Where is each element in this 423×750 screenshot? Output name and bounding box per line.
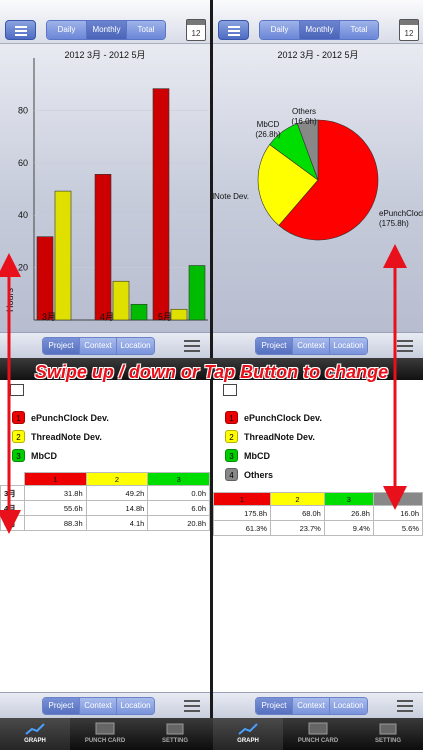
app-screen: Daily Monthly Total 12 2012 3月 - 2012 5月… — [0, 0, 423, 750]
instruction-banner: Swipe up / down or Tap Button to change — [34, 362, 389, 382]
